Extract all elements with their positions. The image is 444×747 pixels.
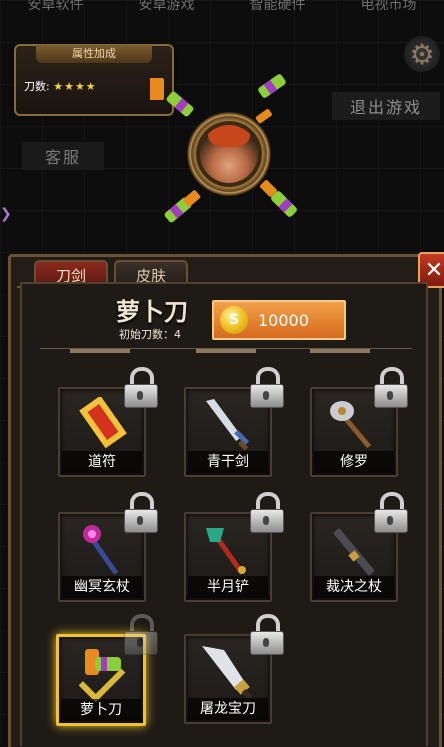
- lock-icon: [248, 614, 284, 655]
- weapon-label: 屠龙宝刀: [188, 698, 268, 720]
- gold-coin-icon: S: [220, 306, 248, 334]
- knife-icon: [255, 74, 286, 124]
- orange-blade-icon: [150, 78, 164, 100]
- settings-gear-icon[interactable]: ⚙: [404, 36, 440, 72]
- weapon-label: 青干剑: [188, 451, 268, 473]
- lock-icon: [122, 614, 158, 655]
- customer-service-button[interactable]: 客服: [22, 142, 104, 170]
- price-value: 10000: [258, 310, 309, 330]
- knife-count-label: 刀数:: [24, 80, 50, 93]
- weapon-label: 幽冥玄杖: [62, 576, 142, 598]
- section-divider: [40, 348, 412, 355]
- nav-android-games[interactable]: 安卓游戏: [139, 0, 195, 14]
- nav-tv-market[interactable]: 电视市场: [361, 0, 417, 14]
- weapon-label: 道符: [62, 451, 142, 473]
- weapon-label: 萝卜刀: [61, 699, 141, 721]
- top-nav: 安卓软件 安卓游戏 智能硬件 电视市场: [0, 0, 444, 18]
- attribute-bonus-title: 属性加成: [36, 45, 152, 63]
- lock-icon: [248, 367, 284, 408]
- player-avatar-frame[interactable]: [187, 112, 271, 196]
- lock-icon: [122, 367, 158, 408]
- knife-icon: [164, 190, 201, 223]
- side-arrow-icon[interactable]: ❯: [0, 206, 12, 222]
- weapon-label: 半月铲: [188, 576, 268, 598]
- initial-knife-count: 初始刀数：4: [119, 328, 181, 341]
- exit-game-button[interactable]: 退出游戏: [332, 92, 440, 120]
- player-avatar: [200, 125, 258, 183]
- lock-icon: [122, 492, 158, 533]
- nav-smart-hardware[interactable]: 智能硬件: [250, 0, 306, 14]
- weapon-label: 裁决之杖: [314, 576, 394, 598]
- lock-icon: [372, 367, 408, 408]
- weapon-label: 修罗: [314, 451, 394, 473]
- lock-icon: [372, 492, 408, 533]
- purchase-price-button[interactable]: S 10000: [212, 300, 346, 340]
- knife-icon: [166, 91, 194, 117]
- knife-count-stars: ★★★★: [53, 80, 97, 93]
- selected-weapon-name: 萝卜刀: [116, 298, 188, 326]
- knife-icon: [260, 180, 297, 217]
- nav-android-software[interactable]: 安卓软件: [28, 0, 84, 14]
- knife-count-row: 刀数: ★★★★: [24, 78, 97, 94]
- lock-icon: [248, 492, 284, 533]
